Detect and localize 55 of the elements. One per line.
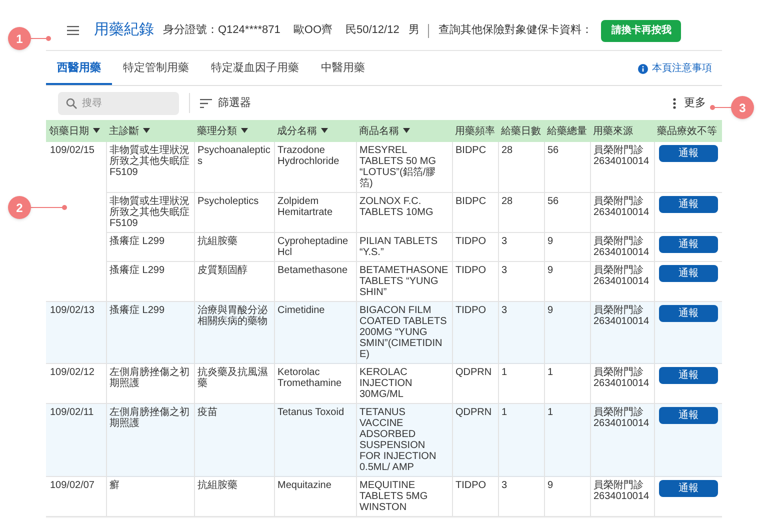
caret-icon [93, 128, 100, 134]
report-button[interactable]: 通報 [658, 305, 718, 322]
tab[interactable]: 西醫用藥 [46, 60, 112, 85]
tab[interactable]: 特定管制用藥 [112, 60, 200, 85]
tab[interactable]: 中醫用藥 [310, 60, 376, 85]
column-header: 給藥日數 [498, 120, 544, 142]
column-header[interactable]: 藥理分類 [194, 120, 274, 142]
report-button[interactable]: 通報 [658, 407, 718, 424]
report-button[interactable]: 通報 [658, 480, 718, 497]
column-header: 給藥總量 [544, 120, 590, 142]
table-cell: 109/02/07 [46, 476, 106, 516]
callout-number: 1 [8, 27, 31, 50]
column-header: 用藥來源 [590, 120, 654, 142]
table-cell: 3 [498, 476, 544, 516]
search-field[interactable]: 搜尋 [58, 92, 179, 114]
report-button[interactable]: 通報 [658, 196, 718, 213]
column-header[interactable]: 商品名稱 [356, 120, 452, 142]
caret-icon [241, 128, 248, 134]
query-label: 查詢其他保險對象健保卡資料： [438, 23, 592, 38]
report-button[interactable]: 通報 [658, 265, 718, 282]
report-button[interactable]: 通報 [658, 367, 718, 384]
leader-line [30, 207, 64, 208]
table-cell: MEQUITINE TABLETS 5MG WINSTON [356, 476, 452, 516]
column-header[interactable]: 主診斷 [106, 120, 194, 142]
column-header: 用藥頻率 [452, 120, 498, 142]
table-cell: Mequitazine [274, 476, 356, 516]
id-number: 身分證號：Q124****871 [163, 23, 280, 38]
report-button[interactable]: 通報 [658, 236, 718, 253]
sex-label: 男 [408, 23, 420, 38]
table-cell: 抗組胺藥 [194, 476, 274, 516]
column-header[interactable]: 成分名稱 [274, 120, 356, 142]
search-icon [66, 98, 77, 108]
filter-button[interactable]: 篩選器 [200, 94, 251, 112]
birth-date: 民50/12/12 [346, 23, 400, 38]
table-cell: TIDPO [452, 476, 498, 516]
info-icon [638, 64, 648, 74]
caret-icon [143, 128, 150, 134]
notice-link[interactable]: 本頁注意事項 [652, 61, 712, 76]
callout-number: 2 [8, 196, 31, 219]
menu-icon[interactable] [67, 26, 79, 35]
column-header: 藥品療效不等 [654, 120, 722, 142]
caret-icon [321, 128, 328, 134]
table-cell: 員榮附門診 2634010014 [590, 476, 654, 516]
caret-icon [403, 128, 410, 134]
page-title: 用藥紀錄 [94, 20, 154, 40]
tab[interactable]: 特定凝血因子用藥 [200, 60, 310, 85]
callout-number: 3 [731, 96, 754, 119]
table-cell: 9 [544, 476, 590, 516]
more-icon [673, 98, 676, 108]
patient-name: 歐OO齊 [293, 22, 333, 38]
report-button[interactable]: 通報 [658, 145, 718, 162]
filter-icon [200, 98, 212, 108]
column-header[interactable]: 領藥日期 [46, 120, 106, 142]
table-cell: 癬 [106, 476, 194, 516]
more-button[interactable]: 更多 [673, 94, 706, 112]
